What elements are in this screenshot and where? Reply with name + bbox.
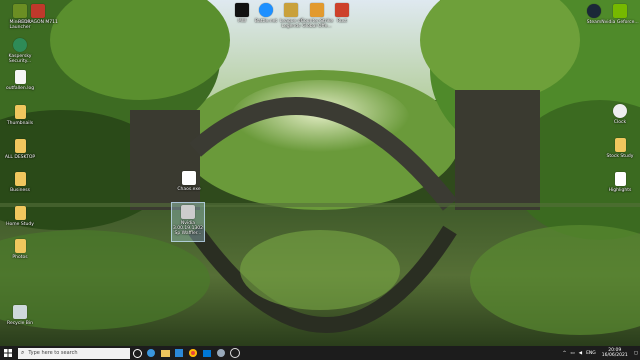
desktop-icon-nvidia[interactable]: Nvidia Geforce... — [600, 2, 640, 42]
desktop-icon-photos[interactable]: Photos — [0, 237, 40, 277]
chrome-icon — [189, 349, 197, 357]
steam-taskbar-icon — [217, 349, 225, 357]
rust-icon — [335, 3, 349, 17]
wallpaper-bridge-scene — [0, 0, 640, 346]
folder-icon — [14, 206, 26, 220]
start-button[interactable] — [0, 346, 16, 360]
steam-icon — [587, 4, 601, 18]
windows-logo-icon — [4, 349, 12, 357]
installer-icon — [181, 205, 195, 219]
desktop-icon-label: Clock — [613, 120, 627, 125]
system-tray: ^ ▭ ◀ ENG 20:09 16/06/2021 ▢ — [561, 346, 640, 360]
task-view-button[interactable] — [130, 346, 144, 360]
document-icon — [614, 172, 626, 186]
taskbar-photos[interactable] — [200, 346, 214, 360]
obs-icon — [230, 348, 240, 358]
folder-icon — [14, 139, 26, 153]
taskbar: ⌕ Type here to search ^ ▭ ◀ ENG 20:09 16… — [0, 346, 640, 360]
taskbar-obs[interactable] — [228, 346, 242, 360]
document-icon — [614, 138, 626, 152]
edge-icon — [147, 349, 155, 357]
desktop-wallpaper — [0, 0, 640, 346]
desktop-icon-label: Kaspersky Security... — [8, 54, 32, 64]
search-icon: ⌕ — [21, 349, 25, 356]
nvidia-icon — [613, 4, 627, 18]
folder-icon — [14, 172, 26, 186]
desktop-icon-label: Nvidia Geforce... — [601, 20, 639, 25]
taskbar-steam[interactable] — [214, 346, 228, 360]
taskbar-file-explorer[interactable] — [158, 346, 172, 360]
folder-icon — [14, 105, 26, 119]
network-icon[interactable]: ▭ — [570, 351, 574, 356]
desktop-icon-outfallen-log[interactable]: outfallen.log — [0, 68, 40, 108]
store-icon — [175, 349, 183, 357]
taskbar-edge[interactable] — [144, 346, 158, 360]
desktop-icon-rust[interactable]: Rust — [322, 1, 362, 41]
task-view-icon — [132, 348, 142, 358]
chevron-up-icon[interactable]: ^ — [563, 351, 567, 356]
league-icon — [284, 3, 298, 17]
clock-date: 16/06/2021 — [601, 353, 628, 358]
text-file-icon — [14, 70, 26, 84]
redragon-icon — [31, 4, 45, 18]
desktop-icon-label: Photos — [12, 255, 28, 260]
recycle-bin-icon — [13, 305, 27, 319]
desktop-icon-label: Chaos.exe — [177, 187, 201, 192]
folder-icon — [14, 239, 26, 253]
desktop-icon-label: Thumbnails — [6, 121, 34, 126]
desktop-icon-label: outfallen.log — [5, 86, 35, 91]
kaspersky-icon — [13, 38, 27, 52]
taskbar-chrome[interactable] — [186, 346, 200, 360]
language-indicator[interactable]: ENG — [586, 351, 596, 356]
desktop-icon-label: Home Study — [6, 222, 34, 227]
clock-display[interactable]: 20:09 16/06/2021 — [602, 348, 628, 358]
desktop-icon-label: Stock Study — [606, 154, 634, 159]
notification-icon[interactable]: ▢ — [634, 351, 638, 356]
desktop-icon-label: REDRAGON M711 — [18, 20, 58, 25]
taskbar-store[interactable] — [172, 346, 186, 360]
file-explorer-icon — [160, 349, 170, 357]
desktop-icon-recycle-bin[interactable]: Recycle Bin — [0, 303, 40, 343]
photos-icon — [203, 349, 211, 357]
taskbar-search-box[interactable]: ⌕ Type here to search — [18, 347, 130, 359]
clock-icon — [613, 104, 627, 118]
desktop-icon-label: Recycle Bin — [7, 321, 33, 326]
chaos-icon — [182, 171, 196, 185]
desktop-icon-label: Business — [10, 188, 30, 193]
desktop-icon-label: ALL DESKTOP — [4, 155, 36, 160]
desktop-icon-installer-selected[interactable]: Nvidia 3.00.19.1302 Sp Waffler... — [171, 202, 205, 242]
desktop-icon-label: Highlights — [608, 188, 632, 193]
desktop-icon-label: Rust — [337, 19, 347, 24]
search-placeholder: Type here to search — [28, 350, 78, 356]
volume-icon[interactable]: ◀ — [579, 351, 582, 356]
desktop-icon-highlights[interactable]: Highlights — [600, 170, 640, 210]
desktop-icon-label: Nvidia 3.00.19.1302 Sp Waffler... — [172, 221, 204, 236]
